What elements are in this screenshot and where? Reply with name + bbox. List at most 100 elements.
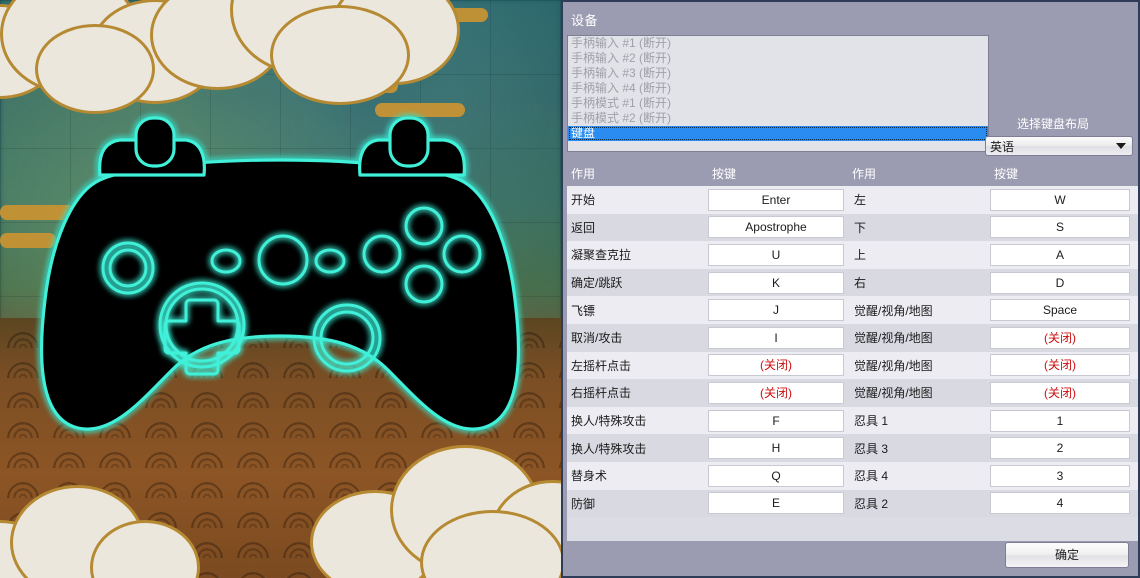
key-cell-left: E [708,492,848,515]
action-label-left: 替身术 [571,469,608,484]
key-bind-button-right[interactable]: 4 [990,492,1130,515]
action-label-right: 右 [854,276,867,291]
action-label-right: 觉醒/视角/地图 [854,386,933,401]
action-label-right: 觉醒/视角/地图 [854,331,933,346]
key-cell-left: (关闭) [708,381,848,404]
key-bind-button-left[interactable]: Enter [708,188,844,211]
key-bind-button-right[interactable]: 1 [990,409,1130,432]
key-bind-button-right[interactable]: W [990,188,1130,211]
key-bind-button-left[interactable]: (关闭) [708,354,844,377]
action-label-right: 忍具 4 [854,469,889,484]
key-bind-button-right[interactable]: 2 [990,437,1130,460]
keyboard-layout-select[interactable]: 英语 [985,136,1133,156]
device-list-item[interactable]: 手柄模式 #2 (断开) [568,111,988,126]
column-header-action-left: 作用 [571,167,596,181]
table-row: 返回 Apostrophe 下 S [567,213,1138,242]
keyboard-layout-value: 英语 [990,139,1015,154]
table-row: 凝聚查克拉 U 上 A [567,241,1138,269]
device-list-item[interactable]: 手柄输入 #3 (断开) [568,66,988,81]
action-label-left: 换人/特殊攻击 [571,441,647,456]
ok-button[interactable]: 确定 [1005,542,1129,568]
device-list-item[interactable]: 手柄输入 #1 (断开) [568,36,988,51]
key-bind-button-left[interactable]: J [708,299,844,322]
key-cell-left: Apostrophe [708,216,848,239]
table-row: 防御 E 忍具 2 4 [567,489,1138,518]
table-row: 确定/跳跃 K 右 D [567,268,1138,297]
action-label-left: 开始 [571,193,596,208]
action-label-right: 忍具 1 [854,414,889,429]
action-label-right: 忍具 2 [854,496,889,511]
key-cell-right: 3 [990,464,1130,487]
key-cell-right: W [990,188,1130,211]
action-label-right: 觉醒/视角/地图 [854,303,933,318]
key-cell-left: U [708,243,848,266]
keyboard-layout-label: 选择键盘布局 [1016,117,1089,131]
action-label-left: 右摇杆点击 [571,386,632,401]
key-cell-right: Space [990,299,1130,322]
key-cell-left: K [708,271,848,294]
key-bind-button-right[interactable]: (关闭) [990,326,1130,349]
table-row: 右摇杆点击 (关闭) 觉醒/视角/地图 (关闭) [567,379,1138,407]
key-bind-button-left[interactable]: K [708,271,844,294]
key-cell-left: J [708,299,848,322]
column-header-action-right: 作用 [852,167,877,181]
key-cell-right: S [990,216,1130,239]
panel-title: 设备 [571,13,599,28]
key-cell-right: (关闭) [990,326,1130,349]
key-bind-button-left[interactable]: I [708,326,844,349]
table-row: 换人/特殊攻击 H 忍具 3 2 [567,434,1138,462]
key-bind-button-left[interactable]: Q [708,464,844,487]
key-bind-button-right[interactable]: Space [990,299,1130,322]
table-row: 替身术 Q 忍具 4 3 [567,461,1138,490]
key-cell-left: (关闭) [708,354,848,377]
key-bind-button-left[interactable]: U [708,243,844,266]
action-label-left: 确定/跳跃 [571,276,623,291]
key-bind-button-right[interactable]: (关闭) [990,381,1130,404]
key-cell-right: (关闭) [990,354,1130,377]
action-label-left: 换人/特殊攻击 [571,414,647,429]
gamepad-illustration [0,0,561,578]
column-header-key-left: 按键 [712,167,737,181]
key-cell-right: 1 [990,409,1130,432]
action-label-left: 取消/攻击 [571,331,623,346]
bindings-table-body: 开始 Enter 左 W 返回 Apostrophe 下 S 凝聚查克拉 U 上 A 确定/跳跃 K 右 D 飞… [567,186,1138,541]
action-label-left: 凝聚查克拉 [571,248,632,263]
key-cell-left: Q [708,464,848,487]
device-list-item[interactable]: 手柄输入 #2 (断开) [568,51,988,66]
key-cell-right: A [990,243,1130,266]
key-bind-button-left[interactable]: (关闭) [708,381,844,404]
table-row: 换人/特殊攻击 F 忍具 1 1 [567,406,1138,435]
device-list-item[interactable]: 键盘 [568,126,988,141]
key-bind-button-left[interactable]: F [708,409,844,432]
key-bind-button-left[interactable]: Apostrophe [708,216,844,239]
action-label-left: 左摇杆点击 [571,358,632,373]
key-cell-right: 4 [990,492,1130,515]
key-cell-left: F [708,409,848,432]
table-row: 飞镖 J 觉醒/视角/地图 Space [567,296,1138,324]
key-cell-left: I [708,326,848,349]
key-bind-button-left[interactable]: E [708,492,844,515]
table-row: 开始 Enter 左 W [567,186,1138,214]
action-label-left: 飞镖 [571,303,596,318]
device-list-item[interactable]: 手柄模式 #1 (断开) [568,96,988,111]
table-row: 左摇杆点击 (关闭) 觉醒/视角/地图 (关闭) [567,351,1138,380]
device-list[interactable]: 手柄输入 #1 (断开) 手柄输入 #2 (断开) 手柄输入 #3 (断开) 手柄输入… [567,35,989,152]
key-cell-right: (关闭) [990,381,1130,404]
key-cell-left: Enter [708,188,848,211]
key-bind-button-right[interactable]: S [990,216,1130,239]
column-header-key-right: 按键 [994,167,1019,181]
chevron-down-icon [1116,143,1126,149]
action-label-right: 上 [854,248,867,263]
bindings-table-header: 作用 按键 作用 按键 [567,165,1138,185]
key-bind-button-right[interactable]: A [990,243,1130,266]
device-list-item[interactable]: 手柄输入 #4 (断开) [568,81,988,96]
game-background [0,0,561,578]
key-cell-right: 2 [990,437,1130,460]
action-label-right: 忍具 3 [854,441,889,456]
key-bind-button-right[interactable]: (关闭) [990,354,1130,377]
key-bind-button-left[interactable]: H [708,437,844,460]
controls-settings-panel: 设备 手柄输入 #1 (断开) 手柄输入 #2 (断开) 手柄输入 #3 (断开) 手… [561,0,1140,578]
key-bind-button-right[interactable]: 3 [990,464,1130,487]
key-bind-button-right[interactable]: D [990,271,1130,294]
controls-screen: 设备 手柄输入 #1 (断开) 手柄输入 #2 (断开) 手柄输入 #3 (断开) 手… [0,0,1140,578]
